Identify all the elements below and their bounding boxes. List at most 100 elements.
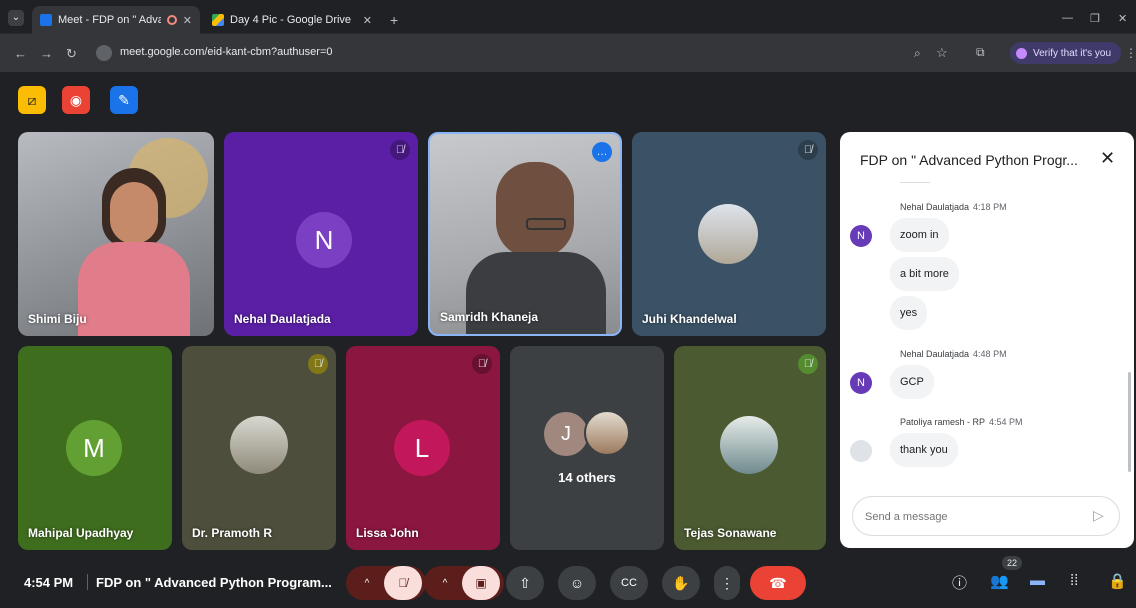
message-time: 4:48 PM <box>973 349 1007 359</box>
raise-hand-button[interactable]: ✋ <box>662 566 700 600</box>
participant-name: Samridh Khaneja <box>440 310 539 324</box>
participant-tile[interactable]: 🎙̸ L Lissa John <box>346 346 500 550</box>
participant-tile[interactable]: Shimi Biju <box>18 132 214 336</box>
audio-options-chevron-icon[interactable]: ^ <box>350 578 384 589</box>
mic-off-icon: 🎙̸ <box>472 354 492 374</box>
extensions-icon[interactable]: ⧉ <box>976 45 985 60</box>
browser-tabbar: ⌄ Meet - FDP on " Advanced ✕ Day 4 Pic -… <box>0 0 1136 34</box>
avatar: L <box>394 420 450 476</box>
participant-tile[interactable]: 🎙̸ N Nehal Daulatjada <box>224 132 418 336</box>
forward-icon[interactable]: → <box>40 46 53 61</box>
participant-name: Lissa John <box>356 526 419 540</box>
browser-toolbar: ← → ↻ meet.google.com/eid-kant-cbm?authu… <box>0 34 1136 72</box>
bookmark-star-icon[interactable]: ☆ <box>936 45 948 61</box>
close-tab-icon[interactable]: ✕ <box>363 14 372 27</box>
participant-tile[interactable]: 🎙̸ Juhi Khandelwal <box>632 132 826 336</box>
message-sender: Nehal Daulatjada 4:48 PM <box>900 349 1007 359</box>
people-icon[interactable]: 👥 <box>990 572 1009 590</box>
close-tab-icon[interactable]: ✕ <box>183 14 192 27</box>
profile-photo <box>584 410 630 456</box>
activities-icon[interactable]: ⁞⁞ <box>1070 572 1078 589</box>
reload-icon[interactable]: ↻ <box>66 46 77 62</box>
minimize-icon[interactable]: — <box>1062 12 1073 24</box>
person-shirt <box>78 242 190 336</box>
sender-name: Nehal Daulatjada <box>900 349 970 359</box>
profile-icon <box>1016 47 1027 59</box>
more-options-button[interactable]: ⋮ <box>714 566 740 600</box>
close-window-icon[interactable]: ✕ <box>1118 12 1127 25</box>
others-tile[interactable]: J 14 others <box>510 346 664 550</box>
person-glasses <box>526 218 566 230</box>
profile-photo <box>850 440 872 462</box>
camera-off-button[interactable]: ▣ <box>462 566 500 600</box>
close-icon[interactable]: ✕ <box>1100 148 1115 169</box>
scrollbar[interactable] <box>1128 372 1131 472</box>
chat-message: GCP <box>890 365 934 399</box>
message-time: 4:18 PM <box>973 202 1007 212</box>
video-options-chevron-icon[interactable]: ^ <box>428 578 462 589</box>
profile-photo <box>698 204 758 264</box>
sender-name: Patoliya ramesh - RP <box>900 417 986 427</box>
participant-tile[interactable]: 🎙̸ Dr. Pramoth R <box>182 346 336 550</box>
present-screen-button[interactable]: ⇧ <box>506 566 544 600</box>
hide-self-view-icon[interactable]: ⧄ <box>18 86 46 114</box>
mic-off-icon: 🎙̸ <box>308 354 328 374</box>
chat-message: thank you <box>890 433 958 467</box>
send-icon[interactable]: ▷ <box>1093 507 1104 524</box>
url-text[interactable]: meet.google.com/eid-kant-cbm?authuser=0 <box>120 46 332 58</box>
participant-name: Nehal Daulatjada <box>234 312 331 326</box>
person-face <box>110 182 158 244</box>
browser-menu-icon[interactable]: ⋮ <box>1125 46 1136 60</box>
restore-icon[interactable]: ❐ <box>1090 12 1100 25</box>
others-count: 14 others <box>558 470 616 485</box>
mic-off-icon: 🎙̸ <box>798 354 818 374</box>
avatar: N <box>850 372 872 394</box>
tab-drive[interactable]: Day 4 Pic - Google Drive ✕ <box>204 6 380 34</box>
tab-title: Day 4 Pic - Google Drive <box>230 14 352 26</box>
chat-icon[interactable]: ▬ <box>1030 572 1045 589</box>
more-options-icon[interactable]: … <box>592 142 612 162</box>
host-controls-icon[interactable]: 🔒 <box>1108 572 1127 590</box>
meeting-info-icon[interactable]: ⓘ <box>952 572 967 593</box>
emoji-reaction-button[interactable]: ☺ <box>558 566 596 600</box>
profile-photo <box>230 416 288 474</box>
verify-button[interactable]: Verify that it's you <box>1010 42 1122 64</box>
tab-meet[interactable]: Meet - FDP on " Advanced ✕ <box>32 6 200 34</box>
chat-input[interactable] <box>865 507 1085 527</box>
sender-name: Nehal Daulatjada <box>900 202 970 212</box>
chat-title: FDP on " Advanced Python Progr... <box>860 152 1078 168</box>
site-info-icon[interactable] <box>96 45 112 61</box>
new-tab-button[interactable]: + <box>390 12 398 28</box>
mic-off-button[interactable]: 🎙̸ <box>384 566 422 600</box>
person-face <box>496 162 574 258</box>
tab-title: Meet - FDP on " Advanced <box>58 14 161 26</box>
avatar: M <box>66 420 122 476</box>
captions-button[interactable]: CC <box>610 566 648 600</box>
end-call-button[interactable]: ☎ <box>750 566 806 600</box>
participant-tile-active-speaker[interactable]: … Samridh Khaneja <box>428 132 622 336</box>
avatar: J <box>544 412 588 456</box>
message-time: 4:54 PM <box>989 417 1023 427</box>
participant-tile[interactable]: 🎙̸ Tejas Sonawane <box>674 346 826 550</box>
message-sender: Patoliya ramesh - RP 4:54 PM <box>900 417 1023 427</box>
participant-name: Tejas Sonawane <box>684 526 777 540</box>
chat-message: zoom in <box>890 218 949 252</box>
avatar: N <box>850 225 872 247</box>
zoom-icon[interactable]: ⌕ <box>914 46 921 61</box>
recording-icon <box>166 15 177 25</box>
recording-indicator-icon[interactable]: ◉ <box>62 86 90 114</box>
chat-panel: FDP on " Advanced Python Progr... ✕ Neha… <box>840 132 1134 548</box>
back-icon[interactable]: ← <box>14 46 27 61</box>
participant-tile[interactable]: M Mahipal Upadhyay <box>18 346 172 550</box>
participant-name: Mahipal Upadhyay <box>28 526 134 540</box>
meet-favicon-icon <box>40 14 52 26</box>
chat-input-container: ▷ <box>852 496 1120 536</box>
mic-off-icon: 🎙̸ <box>798 140 818 160</box>
chat-message: yes <box>890 296 928 330</box>
tab-search-icon[interactable]: ⌄ <box>8 10 24 26</box>
drive-favicon-icon <box>212 14 224 26</box>
participant-name: Dr. Pramoth R <box>192 526 273 540</box>
notes-icon[interactable]: ✎ <box>110 86 138 114</box>
mic-control-group: ^ 🎙̸ <box>346 566 426 600</box>
screen: ⌄ Meet - FDP on " Advanced ✕ Day 4 Pic -… <box>0 0 1136 608</box>
